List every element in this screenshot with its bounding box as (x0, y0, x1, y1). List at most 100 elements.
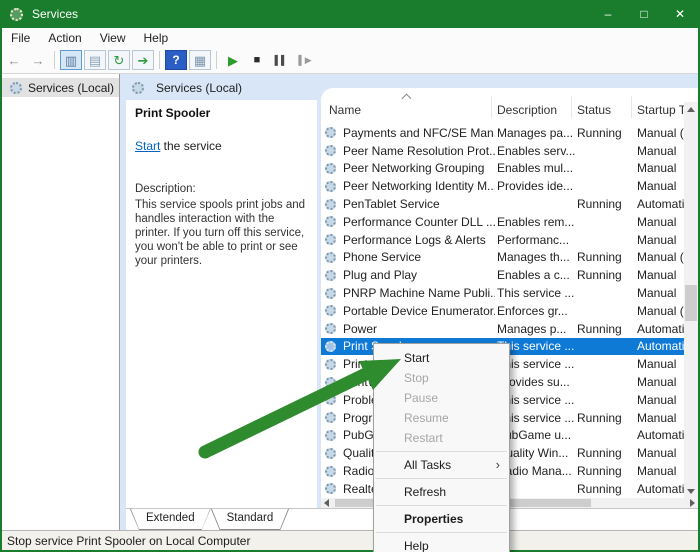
cell-status: Running (577, 268, 635, 282)
stop-service-icon[interactable]: ■ (246, 50, 268, 70)
context-menu-item-stop[interactable]: Stop (374, 368, 509, 388)
context-menu-item-restart[interactable]: Restart (374, 428, 509, 448)
cell-name: Peer Networking Grouping (343, 161, 495, 175)
service-gear-icon (325, 359, 336, 370)
toolbar: ←→ ▥ ▤ ↻➔?▦ ▶■▌▌▌▶ (2, 47, 698, 74)
minimize-button[interactable]: – (590, 0, 626, 28)
cell-status: Running (577, 322, 635, 336)
cell-startup: Manual (637, 268, 684, 282)
service-gear-icon (325, 288, 336, 299)
context-menu: StartStop Pause Resume Restart All Tasks› Ref… (373, 343, 510, 552)
service-gear-icon (325, 163, 336, 174)
column-header-name[interactable]: Name (329, 103, 361, 117)
context-menu-label: Help (404, 539, 429, 552)
resume-service-icon[interactable]: ▌▶ (294, 50, 316, 70)
tree-item-services-local[interactable]: Services (Local) (2, 78, 119, 97)
cell-startup: Manual (637, 215, 684, 229)
properties-sheet-icon[interactable]: ▤ (84, 50, 106, 70)
window-title: Services (32, 7, 78, 21)
cell-status: Running (577, 446, 635, 460)
service-gear-icon (325, 483, 336, 494)
context-menu-item-help[interactable]: Help (374, 536, 509, 552)
table-row[interactable]: PowerManages p...RunningAutomatic (321, 320, 684, 338)
menu-help[interactable]: Help (135, 31, 178, 45)
vertical-scrollbar[interactable] (684, 102, 698, 498)
table-row[interactable]: Portable Device Enumerator...Enforces gr… (321, 302, 684, 320)
forward-icon[interactable]: → (27, 50, 49, 70)
scroll-down-icon[interactable] (687, 489, 695, 494)
menu-action[interactable]: Action (39, 31, 90, 45)
close-button[interactable]: ✕ (662, 0, 698, 28)
service-action-line: Start the service (135, 139, 222, 153)
context-menu-item-start[interactable]: Start (374, 348, 509, 368)
table-row[interactable]: Peer Networking Identity M...Provides id… (321, 177, 684, 195)
refresh-icon[interactable]: ↻ (108, 50, 130, 70)
table-row[interactable]: Payments and NFC/SE Man...Manages pa...R… (321, 124, 684, 142)
cell-startup: Manual (637, 179, 684, 193)
cell-startup: Manual (637, 286, 684, 300)
table-row[interactable]: Peer Name Resolution Prot...Enables serv… (321, 142, 684, 160)
cell-startup: Manual (637, 411, 684, 425)
tab-label: Standard (227, 512, 274, 524)
context-menu-item-refresh[interactable]: Refresh (374, 482, 509, 502)
menu-view[interactable]: View (91, 31, 135, 45)
start-service-icon[interactable]: ▶ (222, 50, 244, 70)
back-icon[interactable]: ← (3, 50, 25, 70)
table-row[interactable]: Plug and PlayEnables a c...RunningManual (321, 266, 684, 284)
cell-startup: Manual (637, 161, 684, 175)
scroll-left-icon[interactable] (324, 499, 329, 507)
table-row[interactable]: Performance Counter DLL ...Enables rem..… (321, 213, 684, 231)
cell-name: PNRP Machine Name Publi... (343, 286, 495, 300)
context-menu-label: Restart (404, 431, 443, 445)
service-gear-icon (325, 466, 336, 477)
context-menu-item-all-tasks[interactable]: All Tasks› (374, 455, 509, 475)
scroll-right-icon[interactable] (690, 499, 695, 507)
extended-view-icon[interactable]: ▦ (189, 50, 211, 70)
tab-extended[interactable]: Extended (130, 509, 211, 530)
cell-desc: This service ... (497, 286, 575, 300)
context-menu-separator (376, 505, 507, 506)
help-icon[interactable]: ? (165, 50, 187, 70)
service-gear-icon (325, 216, 336, 227)
vertical-scrollbar-thumb[interactable] (685, 285, 697, 321)
service-gear-icon (325, 412, 336, 423)
service-gear-icon (325, 430, 336, 441)
table-row[interactable]: PenTablet ServiceRunningAutomatic (321, 195, 684, 213)
cell-startup: Manual (Trigger Start) (637, 126, 684, 140)
cell-startup: Manual (637, 393, 684, 407)
pause-service-icon[interactable]: ▌▌ (270, 50, 292, 70)
tab-standard[interactable]: Standard (211, 509, 290, 530)
column-header-status[interactable]: Status (577, 103, 611, 117)
service-description: This service spools print jobs and handl… (135, 198, 307, 268)
start-service-link[interactable]: Start (135, 139, 160, 153)
table-row[interactable]: Peer Networking GroupingEnables mul...Ma… (321, 160, 684, 178)
cell-startup: Manual (Trigger Start) (637, 250, 684, 264)
scroll-up-icon[interactable] (687, 107, 695, 112)
pane-header-title: Services (Local) (156, 81, 242, 95)
context-menu-item-resume[interactable]: Resume (374, 408, 509, 428)
cell-startup: Manual (637, 357, 684, 371)
properties-sheet-glyph: ▤ (89, 54, 101, 67)
service-gear-icon (325, 234, 336, 245)
service-gear-icon (325, 377, 336, 388)
context-menu-item-pause[interactable]: Pause (374, 388, 509, 408)
menu-file[interactable]: File (2, 31, 39, 45)
cell-startup: Automatic (637, 322, 684, 336)
maximize-button[interactable]: □ (626, 0, 662, 28)
cell-name: Peer Networking Identity M... (343, 179, 495, 193)
show-console-tree-icon[interactable]: ▥ (60, 50, 82, 70)
table-row[interactable]: Phone ServiceManages th...RunningManual … (321, 249, 684, 267)
cell-desc: Provides ide... (497, 179, 575, 193)
column-header-description[interactable]: Description (497, 103, 557, 117)
context-menu-label: Pause (404, 391, 438, 405)
table-row[interactable]: PNRP Machine Name Publi...This service .… (321, 284, 684, 302)
cell-startup: Manual (637, 233, 684, 247)
tab-edge (280, 509, 289, 529)
cell-status: Running (577, 197, 635, 211)
tab-label: Extended (146, 512, 195, 524)
export-list-icon[interactable]: ➔ (132, 50, 154, 70)
context-menu-label: All Tasks (404, 458, 451, 472)
tree-item-label: Services (Local) (28, 81, 114, 95)
context-menu-item-properties[interactable]: Properties (374, 509, 509, 529)
table-row[interactable]: Performance Logs & AlertsPerformanc...Ma… (321, 231, 684, 249)
